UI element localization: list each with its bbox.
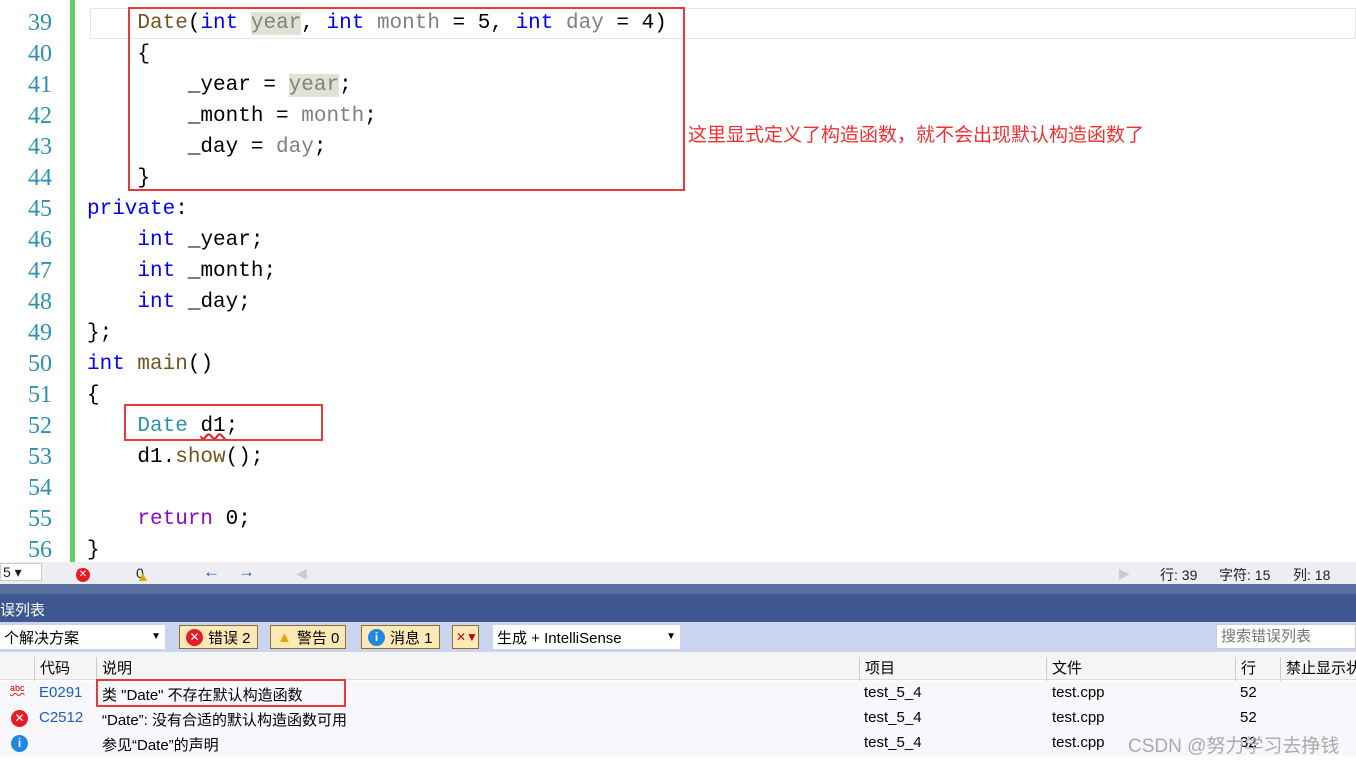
code-line-54[interactable] bbox=[87, 473, 100, 504]
column-header-suppression[interactable]: 禁止显示状 bbox=[1280, 657, 1356, 681]
error-row[interactable]: ✕ C2512 “Date”: 没有合适的默认构造函数可用 test_5_4 t… bbox=[0, 706, 1356, 731]
line-number: 50 bbox=[28, 351, 52, 377]
warnings-filter-button[interactable]: ▲ 警告 0 bbox=[270, 625, 347, 649]
line-number: 53 bbox=[28, 444, 52, 470]
code-line-51[interactable]: { bbox=[87, 380, 100, 411]
annotation-text: 这里显式定义了构造函数，就不会出现默认构造函数了 bbox=[688, 125, 1145, 146]
error-list-toolbar: 个解决方案 ▼ ✕ 错误 2 ▲ 警告 0 i 消息 1 ✕▼ 生成 + Intelli… bbox=[0, 622, 1356, 652]
error-code[interactable]: C2512 bbox=[39, 709, 83, 726]
line-number: 42 bbox=[28, 103, 52, 129]
line-number: 46 bbox=[28, 227, 52, 253]
line-number: 39 bbox=[28, 10, 52, 36]
description-highlight-box bbox=[96, 679, 346, 707]
line-number: 41 bbox=[28, 72, 52, 98]
code-line-50[interactable]: int main() bbox=[87, 349, 213, 380]
search-error-list-input[interactable] bbox=[1216, 624, 1356, 649]
filter-toggle-button[interactable]: ✕▼ bbox=[452, 625, 479, 649]
column-header-project[interactable]: 项目 bbox=[859, 657, 895, 681]
editor-status-bar: 5 ▾ ✕ 1 ▲ 0 ← → ◀ ▶ 行: 39 字符: 15 列: 18 bbox=[0, 562, 1356, 584]
scope-dropdown[interactable]: 个解决方案 ▼ bbox=[0, 625, 165, 649]
error-project: test_5_4 bbox=[864, 734, 922, 751]
watermark: CSDN @努力学习去挣钱 bbox=[1128, 736, 1340, 757]
line-number: 48 bbox=[28, 289, 52, 315]
error-list-title: 误列表 bbox=[0, 584, 1356, 622]
clear-filter-icon: ✕▼ bbox=[456, 630, 478, 644]
line-number: 54 bbox=[28, 475, 52, 501]
code-line-47[interactable]: int _month; bbox=[87, 256, 276, 287]
error-line: 52 bbox=[1240, 684, 1257, 701]
scroll-left-icon[interactable]: ◀ bbox=[296, 565, 307, 582]
column-header-line[interactable]: 行 bbox=[1235, 657, 1256, 681]
error-count[interactable]: ✕ 1 bbox=[76, 565, 90, 582]
declaration-highlight-box bbox=[124, 404, 323, 441]
change-margin bbox=[70, 0, 75, 562]
error-description: 参见“Date”的声明 bbox=[102, 737, 219, 754]
line-number: 43 bbox=[28, 134, 52, 160]
line-number: 51 bbox=[28, 382, 52, 408]
scroll-right-icon[interactable]: ▶ bbox=[1119, 565, 1130, 582]
code-line-49[interactable]: }; bbox=[87, 318, 112, 349]
line-number: 49 bbox=[28, 320, 52, 346]
column-header-description[interactable]: 说明 bbox=[96, 657, 132, 681]
line-number: 56 bbox=[28, 537, 52, 562]
info-icon: i bbox=[11, 735, 28, 752]
error-icon: ✕ bbox=[186, 628, 203, 646]
code-line-53[interactable]: d1.show(); bbox=[87, 442, 263, 473]
error-line: 52 bbox=[1240, 709, 1257, 726]
errors-filter-button[interactable]: ✕ 错误 2 bbox=[179, 625, 258, 649]
code-line-55[interactable]: return 0; bbox=[87, 504, 250, 535]
error-project: test_5_4 bbox=[864, 709, 922, 726]
error-file: test.cpp bbox=[1052, 684, 1105, 701]
constructor-highlight-box bbox=[128, 7, 685, 191]
error-project: test_5_4 bbox=[864, 684, 922, 701]
code-editor[interactable]: 39 40 41 42 43 44 45 46 47 48 49 50 51 52 53 54 55 56 Dat… bbox=[0, 0, 1356, 562]
messages-filter-button[interactable]: i 消息 1 bbox=[361, 625, 440, 649]
warning-count[interactable]: ▲ 0 bbox=[136, 565, 150, 584]
error-file: test.cpp bbox=[1052, 734, 1105, 751]
forward-arrow-icon[interactable]: → bbox=[238, 562, 255, 582]
error-code[interactable]: E0291 bbox=[39, 684, 82, 701]
code-line-56[interactable]: } bbox=[87, 535, 100, 562]
char-indicator: 字符: 15 bbox=[1219, 567, 1271, 583]
build-filter-dropdown[interactable]: 生成 + IntelliSense ▼ bbox=[493, 625, 680, 649]
error-list-header: 代码 说明 项目 文件 行 禁止显示状 bbox=[0, 652, 1356, 681]
code-line-46[interactable]: int _year; bbox=[87, 225, 263, 256]
intellisense-error-icon: abc bbox=[10, 683, 25, 693]
line-number: 40 bbox=[28, 41, 52, 67]
info-icon: i bbox=[368, 628, 385, 646]
zoom-dropdown[interactable]: 5 ▾ bbox=[0, 563, 42, 581]
code-line-45[interactable]: private: bbox=[87, 194, 188, 225]
column-indicator: 列: 18 bbox=[1293, 567, 1331, 583]
line-indicator: 行: 39 bbox=[1160, 567, 1198, 583]
code-line-48[interactable]: int _day; bbox=[87, 287, 250, 318]
back-arrow-icon[interactable]: ← bbox=[203, 562, 220, 582]
line-number: 45 bbox=[28, 196, 52, 222]
column-header-code[interactable]: 代码 bbox=[34, 657, 70, 681]
line-number: 52 bbox=[28, 413, 52, 439]
error-icon: ✕ bbox=[11, 710, 28, 727]
error-description: “Date”: 没有合适的默认构造函数可用 bbox=[102, 712, 348, 729]
line-number: 44 bbox=[28, 165, 52, 191]
column-header-file[interactable]: 文件 bbox=[1046, 657, 1082, 681]
line-number: 55 bbox=[28, 506, 52, 532]
error-file: test.cpp bbox=[1052, 709, 1105, 726]
line-number: 47 bbox=[28, 258, 52, 284]
warning-icon: ▲ bbox=[277, 628, 292, 646]
